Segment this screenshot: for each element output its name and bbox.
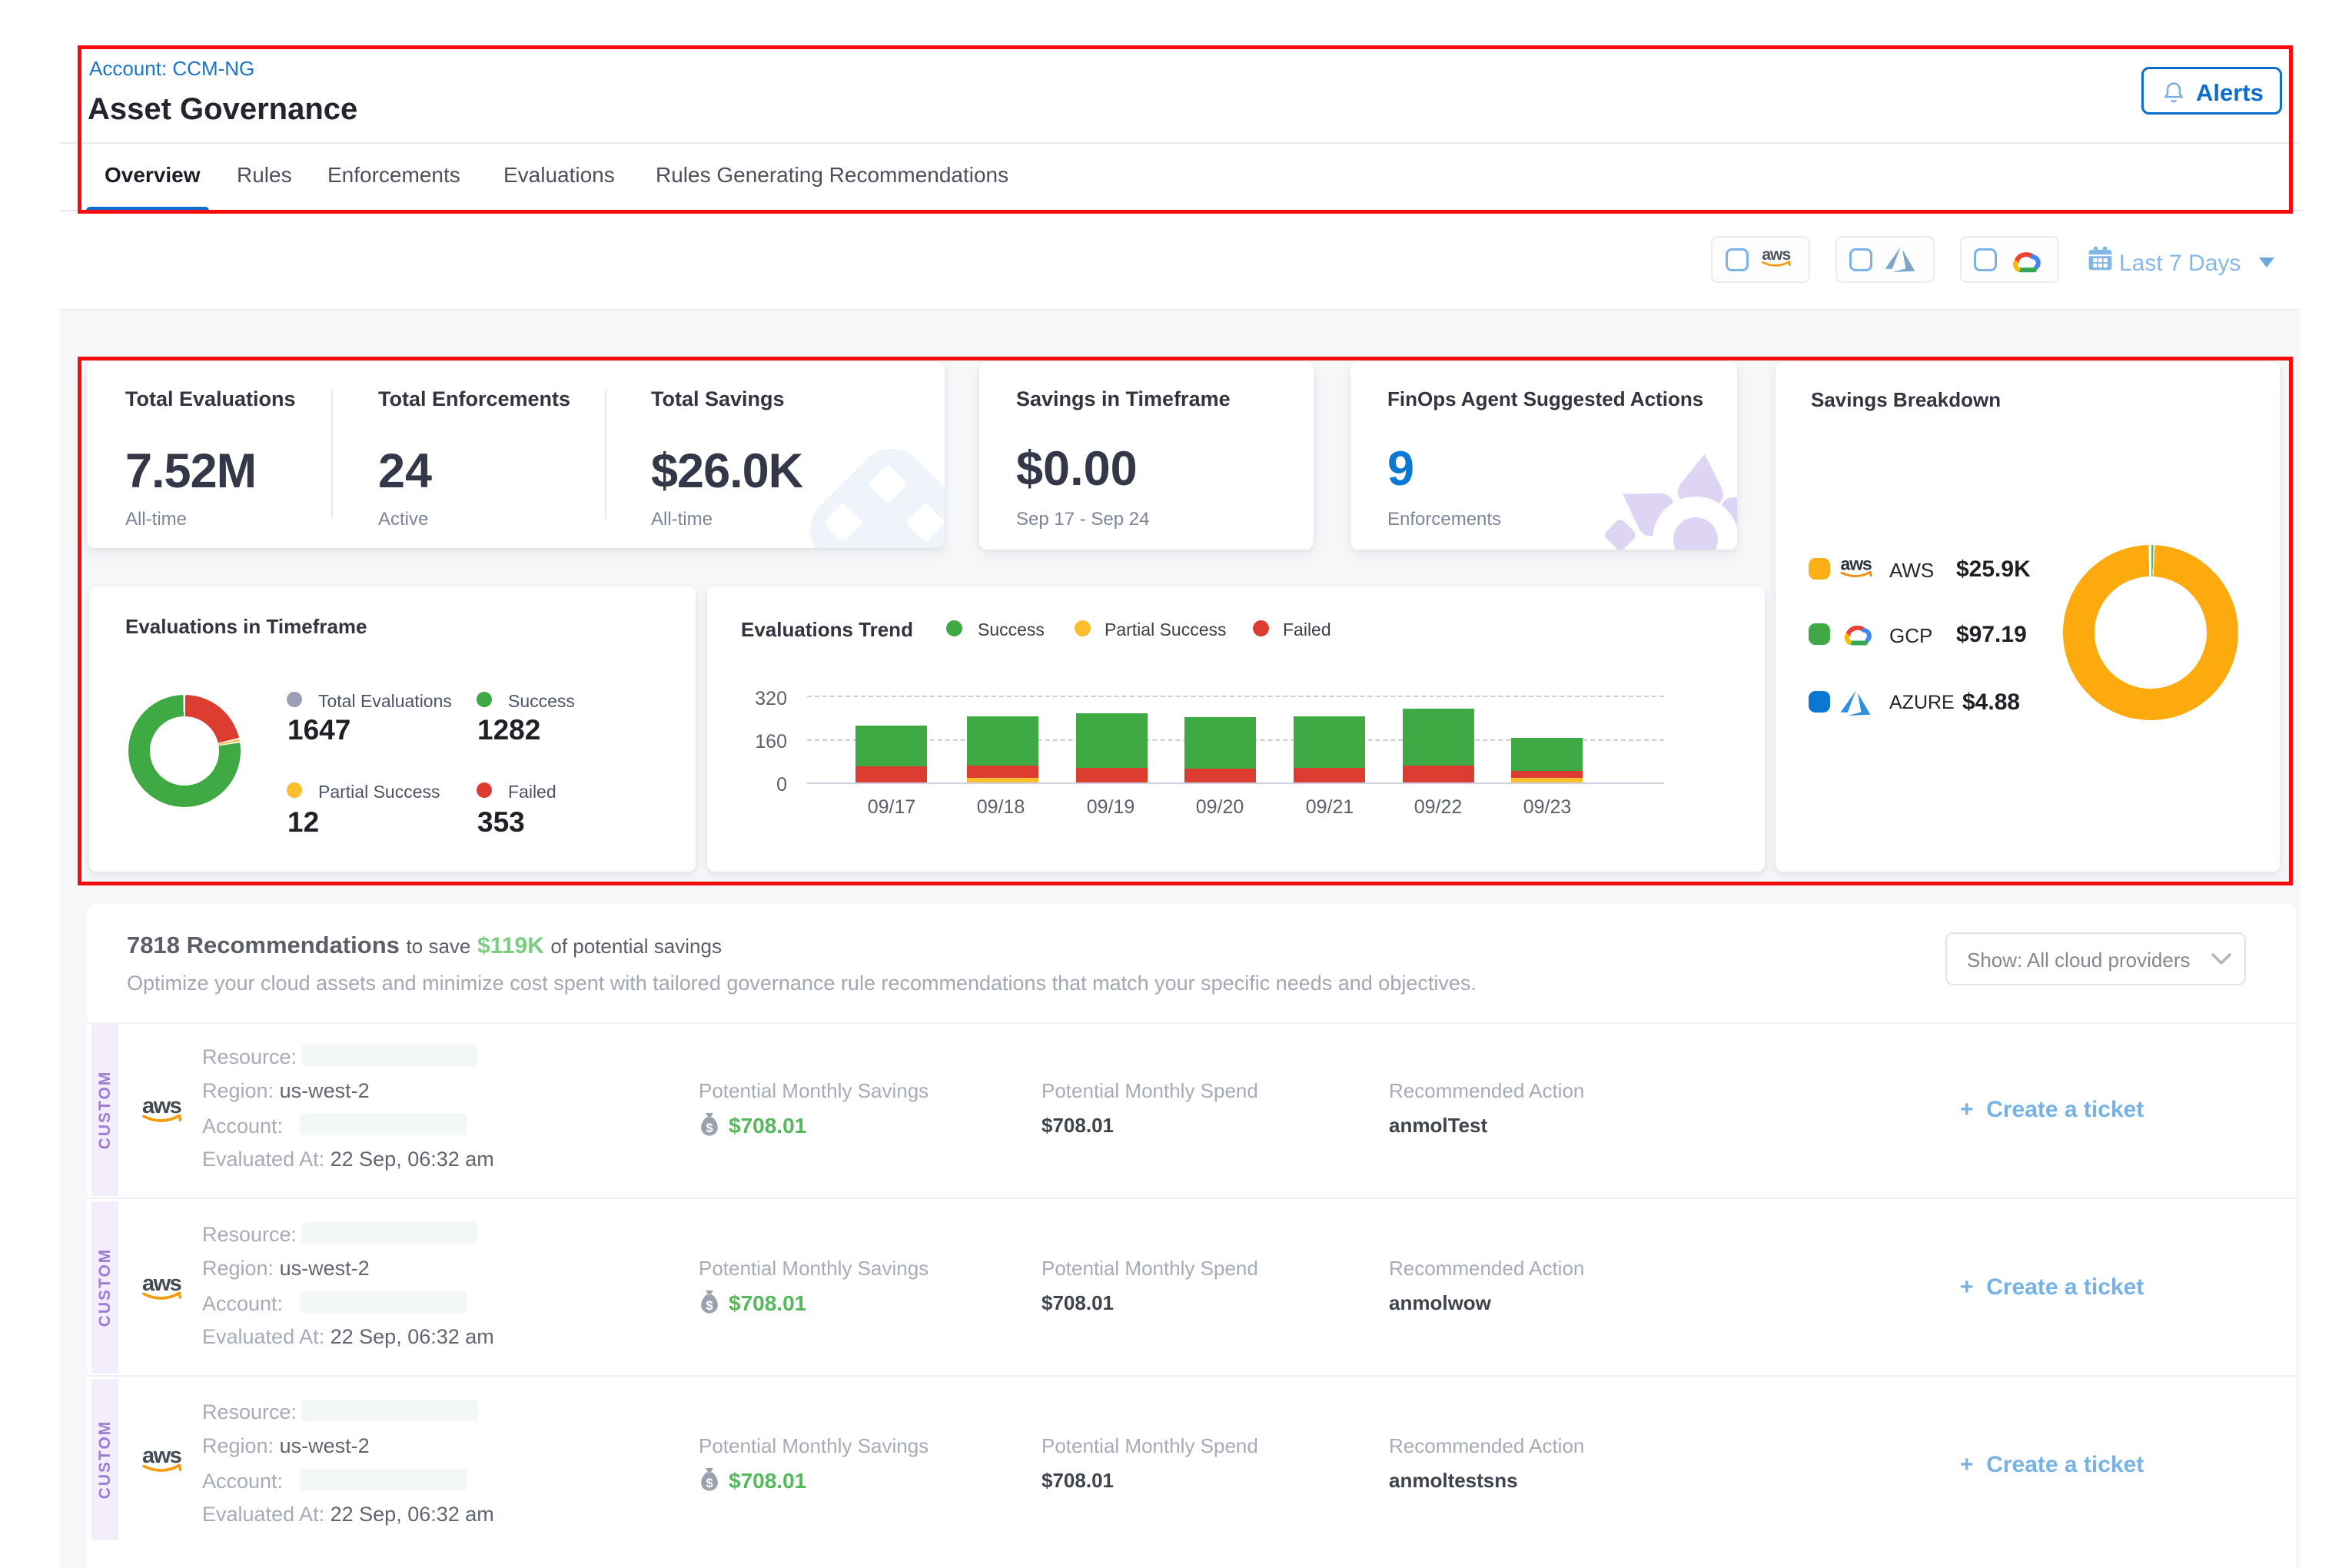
svg-text:aws: aws: [1762, 245, 1790, 264]
svg-text:aws: aws: [142, 1094, 181, 1118]
svg-text:aws: aws: [142, 1443, 181, 1468]
svg-text:$: $: [706, 1299, 713, 1313]
svg-text:$: $: [706, 1477, 713, 1490]
svg-text:$: $: [706, 1121, 713, 1135]
svg-text:aws: aws: [142, 1271, 181, 1296]
svg-text:aws: aws: [1840, 554, 1872, 574]
